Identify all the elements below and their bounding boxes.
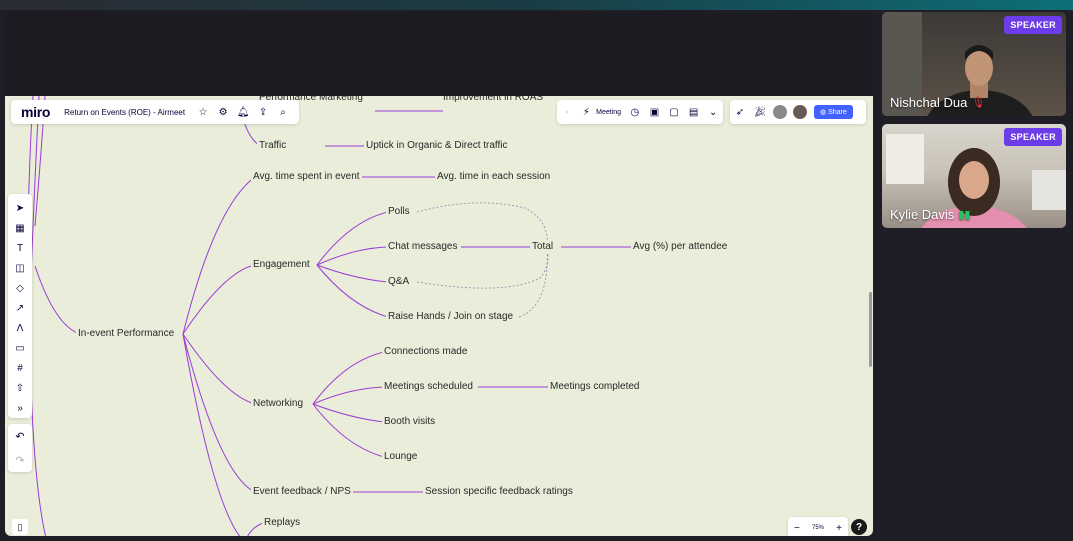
collaboration-toolbar: › ⚡︎ Meeting ◷ ▣ ▢ ▤ ⌄ [557,100,723,124]
shapes-icon[interactable]: ◇ [11,278,29,298]
comment-icon[interactable]: ▢ [666,104,682,120]
text-icon[interactable]: T [11,238,29,258]
node-uptick-traffic[interactable]: Uptick in Organic & Direct traffic [364,140,510,152]
node-avg-time-session[interactable]: Avg. time in each session [435,171,553,183]
miro-logo[interactable]: miro [21,104,50,120]
speaker-badge: SPEAKER [1004,16,1062,34]
node-polls[interactable]: Polls [386,206,412,218]
bell-icon[interactable]: 🔔︎ [235,104,251,120]
star-icon[interactable]: ☆ [195,104,211,120]
participant-name-text: Nishchal Dua [890,95,968,110]
left-toolbar: ➤ ▦ T ◫ ◇ ↗ Λ ▭ # ⇧ » [8,194,32,418]
sticky-note-icon[interactable]: ◫ [11,258,29,278]
search-icon[interactable]: ⌕ [275,104,291,120]
node-improvement-roas[interactable]: Improvement in ROAS [441,96,546,104]
node-lounge[interactable]: Lounge [382,451,420,463]
upload-icon[interactable]: ⇪ [255,104,271,120]
redo-icon[interactable]: ↷ [15,454,24,467]
share-toolbar: ➶ 🎉︎ ◍ Share [730,100,866,124]
vertical-scrollbar[interactable] [869,292,872,367]
participant-name-text: Kylie Davis [890,207,955,222]
node-replays[interactable]: Replays [262,517,303,529]
node-engagement[interactable]: Engagement [251,259,312,271]
mic-muted-icon: 🎙︎ [971,97,986,109]
connector-icon[interactable]: ↗ [11,298,29,318]
node-total[interactable]: Total [530,241,556,253]
select-icon[interactable]: ➤ [11,198,29,218]
participant-tile[interactable]: SPEAKER Nishchal Dua 🎙︎ [882,12,1066,116]
avatar[interactable] [773,105,787,119]
upload-icon[interactable]: ⇧ [11,378,29,398]
help-button[interactable]: ? [851,519,867,535]
cursor-icon[interactable]: ➶ [732,104,748,120]
board-title[interactable]: Return on Events (ROE) - Airmeet [64,108,185,117]
board-header: miro Return on Events (ROE) - Airmeet ☆ … [11,100,299,124]
timer-icon[interactable]: ◷ [627,104,643,120]
shared-screen: Performance Marketing Improvement in ROA… [5,12,873,536]
pen-icon[interactable]: Λ [11,318,29,338]
node-chat-messages[interactable]: Chat messages [386,241,460,253]
participant-name: Kylie Davis ▮▮ [890,207,970,222]
present-icon[interactable]: ▣ [647,104,663,120]
share-label: Share [828,109,847,116]
meeting-label[interactable]: Meeting [596,109,621,116]
node-connections[interactable]: Connections made [382,346,470,358]
panel-toggle-icon[interactable]: ▯ [12,519,28,535]
zoom-control: − 75% + [788,517,848,536]
zoom-out-icon[interactable]: − [794,523,800,534]
node-qa[interactable]: Q&A [386,276,412,288]
participant-name: Nishchal Dua 🎙︎ [890,95,985,110]
zoom-in-icon[interactable]: + [836,523,842,534]
templates-icon[interactable]: ▦ [11,218,29,238]
node-root[interactable]: In-event Performance [76,328,177,340]
undo-redo-panel: ↶ ↷ [8,424,32,472]
zoom-level[interactable]: 75% [812,525,824,531]
top-gradient-bar [0,0,1073,10]
participant-tile[interactable]: SPEAKER Kylie Davis ▮▮ [882,124,1066,228]
miro-canvas[interactable]: Performance Marketing Improvement in ROA… [5,96,873,536]
node-avg-time-event[interactable]: Avg. time spent in event [251,171,362,183]
more-tools-icon[interactable]: » [11,398,29,418]
node-event-feedback[interactable]: Event feedback / NPS [251,486,353,498]
node-traffic[interactable]: Traffic [257,140,289,152]
node-meetings-completed[interactable]: Meetings completed [548,381,642,393]
more-icon[interactable]: ⌄ [705,104,721,120]
undo-icon[interactable]: ↶ [15,430,24,443]
share-button[interactable]: ◍ Share [814,105,853,119]
speaker-badge: SPEAKER [1004,128,1062,146]
comment-icon[interactable]: ▭ [11,338,29,358]
avatar[interactable] [793,105,807,119]
reactions-icon[interactable]: 🎉︎ [752,104,768,120]
node-raise-hands[interactable]: Raise Hands / Join on stage [386,311,516,323]
node-session-feedback[interactable]: Session specific feedback ratings [423,486,575,498]
chevron-right-icon[interactable]: › [559,104,575,120]
audio-level-icon: ▮▮ [958,209,971,221]
lightning-icon[interactable]: ⚡︎ [579,104,595,120]
node-meetings-scheduled[interactable]: Meetings scheduled [382,381,475,393]
node-networking[interactable]: Networking [251,398,306,410]
notes-icon[interactable]: ▤ [686,104,702,120]
node-avg-per-attendee[interactable]: Avg (%) per attendee [631,241,730,253]
gear-icon[interactable]: ⚙ [215,104,231,120]
frame-icon[interactable]: # [11,358,29,378]
node-booth-visits[interactable]: Booth visits [382,416,438,428]
